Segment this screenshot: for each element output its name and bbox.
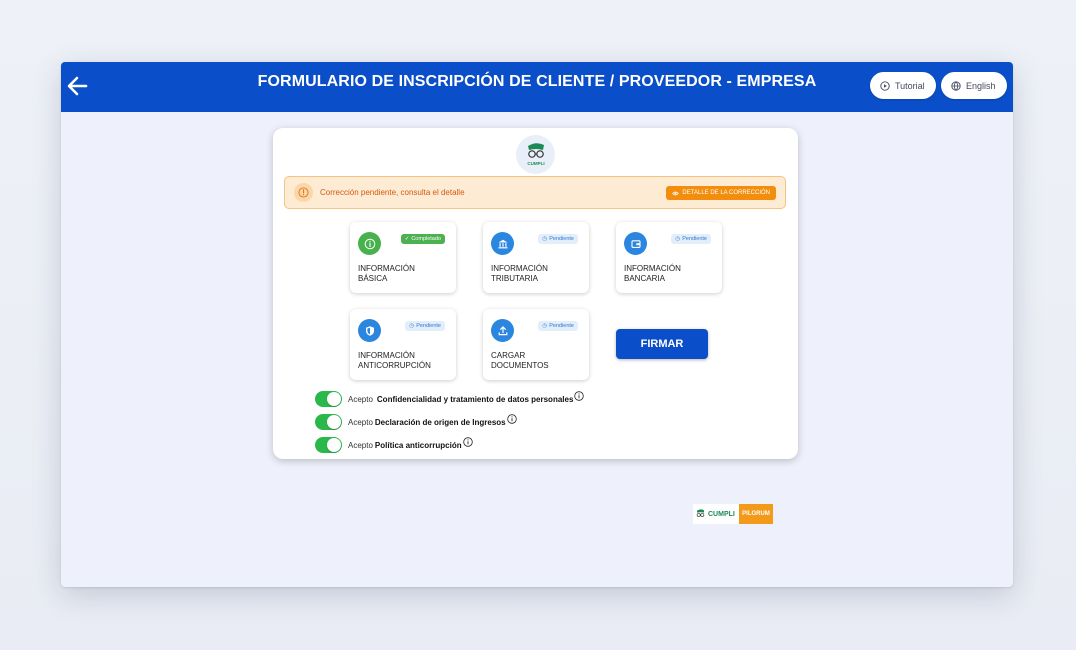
language-label: English bbox=[966, 80, 996, 91]
status-badge: ◷ Pendiente bbox=[538, 321, 578, 331]
section-informacion-bancaria[interactable]: ◷ Pendiente INFORMACIÓN BANCARIA bbox=[616, 222, 722, 293]
consent-lead: Acepto bbox=[348, 417, 373, 427]
play-circle-icon bbox=[880, 80, 890, 91]
section-label: INFORMACIÓN BANCARIA bbox=[624, 264, 681, 283]
section-informacion-anticorrupcion[interactable]: ◷ Pendiente INFORMACIÓN ANTICORRUPCIÓN bbox=[350, 309, 456, 380]
form-card: CUMPLI Corrección pendiente, consulta el… bbox=[273, 128, 798, 459]
cumpli-logo: CUMPLI bbox=[516, 135, 555, 174]
consent-label: Declaración de origen de Ingresos bbox=[374, 417, 506, 427]
section-label: INFORMACIÓN TRIBUTARIA bbox=[491, 264, 548, 283]
clock-icon: ◷ bbox=[675, 236, 681, 242]
clock-icon: ◷ bbox=[542, 236, 548, 242]
consent-row-anticorrupcion: Acepto Política anticorrupción bbox=[315, 436, 473, 453]
info-circle-icon[interactable] bbox=[462, 436, 473, 447]
tutorial-label: Tutorial bbox=[895, 80, 925, 91]
sign-button[interactable]: FIRMAR bbox=[616, 329, 708, 359]
section-label: CARGAR DOCUMENTOS bbox=[491, 351, 549, 370]
bank-icon bbox=[491, 232, 514, 255]
consent-row-confidencialidad: Acepto Confidencialidad y tratamiento de… bbox=[315, 390, 585, 407]
info-icon bbox=[358, 232, 381, 255]
consent-lead: Acepto bbox=[348, 440, 373, 450]
footer-logos: CUMPLI PILGRUM bbox=[693, 504, 773, 524]
section-informacion-basica[interactable]: ✓ Completado INFORMACIÓN BÁSICA bbox=[350, 222, 456, 293]
cumpli-mascot-icon bbox=[696, 508, 705, 517]
alert-message: Corrección pendiente, consulta el detall… bbox=[320, 188, 465, 197]
consent-row-origen-ingresos: Acepto Declaración de origen de Ingresos bbox=[315, 413, 517, 430]
consent-toggle[interactable] bbox=[315, 414, 342, 430]
tutorial-button[interactable]: Tutorial bbox=[870, 72, 936, 99]
consent-lead: Acepto bbox=[348, 394, 373, 404]
consent-toggle[interactable] bbox=[315, 391, 342, 407]
language-button[interactable]: English bbox=[941, 72, 1007, 99]
pilgrum-footer-logo: PILGRUM bbox=[739, 504, 773, 524]
consent-label: Confidencialidad y tratamiento de datos … bbox=[376, 394, 574, 404]
correction-detail-label: DETALLE DE LA CORRECCIÓN bbox=[682, 190, 770, 196]
section-label: INFORMACIÓN ANTICORRUPCIÓN bbox=[358, 351, 431, 370]
shield-icon bbox=[358, 319, 381, 342]
cumpli-footer-text: CUMPLI bbox=[708, 510, 735, 518]
warning-icon bbox=[294, 183, 313, 202]
clock-icon: ◷ bbox=[409, 323, 415, 329]
consent-toggle[interactable] bbox=[315, 437, 342, 453]
globe-icon bbox=[951, 80, 961, 91]
wallet-icon bbox=[624, 232, 647, 255]
section-label: INFORMACIÓN BÁSICA bbox=[358, 264, 415, 283]
status-badge: ◷ Pendiente bbox=[538, 234, 578, 244]
clock-icon: ◷ bbox=[542, 323, 548, 329]
info-circle-icon[interactable] bbox=[506, 413, 517, 424]
eye-icon bbox=[672, 191, 680, 195]
status-badge: ✓ Completado bbox=[400, 234, 445, 244]
correction-alert: Corrección pendiente, consulta el detall… bbox=[284, 176, 786, 209]
consent-label: Política anticorrupción bbox=[374, 440, 462, 450]
cumpli-footer-logo: CUMPLI bbox=[693, 504, 739, 524]
check-icon: ✓ bbox=[404, 236, 410, 242]
cumpli-mascot-icon: CUMPLI bbox=[527, 142, 544, 166]
app-window: FORMULARIO DE INSCRIPCIÓN DE CLIENTE / P… bbox=[61, 62, 1013, 587]
status-badge: ◷ Pendiente bbox=[671, 234, 711, 244]
upload-icon bbox=[491, 319, 514, 342]
logo-text: CUMPLI bbox=[527, 161, 544, 166]
section-informacion-tributaria[interactable]: ◷ Pendiente INFORMACIÓN TRIBUTARIA bbox=[483, 222, 589, 293]
section-cargar-documentos[interactable]: ◷ Pendiente CARGAR DOCUMENTOS bbox=[483, 309, 589, 380]
info-circle-icon[interactable] bbox=[574, 390, 585, 401]
status-badge: ◷ Pendiente bbox=[405, 321, 445, 331]
correction-detail-button[interactable]: DETALLE DE LA CORRECCIÓN bbox=[666, 186, 776, 200]
top-bar: FORMULARIO DE INSCRIPCIÓN DE CLIENTE / P… bbox=[61, 62, 1013, 112]
